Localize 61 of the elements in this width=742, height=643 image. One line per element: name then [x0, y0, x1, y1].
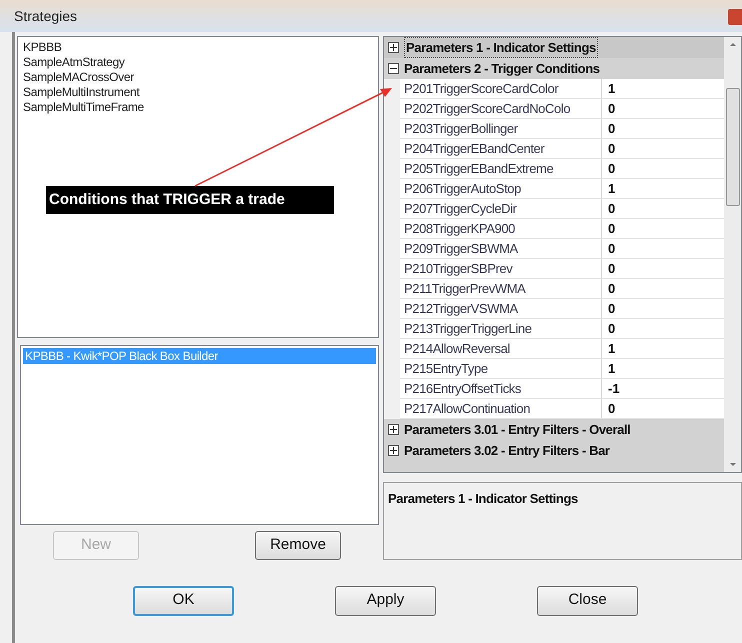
strategy-list-item[interactable]: SampleMACrossOver	[21, 70, 136, 85]
property-name: P203TriggerBollinger	[400, 119, 602, 138]
property-name: P212TriggerVSWMA	[400, 299, 602, 318]
expand-icon[interactable]	[388, 42, 399, 53]
scroll-up-icon[interactable]	[730, 43, 736, 46]
property-name: P207TriggerCycleDir	[400, 199, 602, 218]
property-value[interactable]: 0	[602, 279, 616, 298]
property-name: P216EntryOffsetTicks	[400, 379, 602, 398]
strategy-list-item[interactable]: KPBBB	[21, 40, 64, 55]
property-value[interactable]: 0	[602, 259, 616, 278]
property-name: P205TriggerEBandExtreme	[400, 159, 602, 178]
property-name: P209TriggerSBWMA	[400, 239, 602, 258]
property-name: P214AllowReversal	[400, 339, 602, 358]
property-value[interactable]: 1	[602, 179, 616, 198]
window-title: Strategies	[14, 6, 78, 26]
property-value[interactable]: 0	[602, 119, 616, 138]
property-value[interactable]: 1	[602, 359, 616, 378]
strategy-list-item[interactable]: SampleAtmStrategy	[21, 55, 127, 70]
annotation-label: Conditions that TRIGGER a trade	[46, 186, 334, 214]
property-value[interactable]: 0	[602, 319, 616, 338]
expand-icon[interactable]	[388, 424, 399, 435]
dialog-button[interactable]: Apply	[335, 586, 436, 616]
property-name: P210TriggerSBPrev	[400, 259, 602, 278]
property-name: P206TriggerAutoStop	[400, 179, 602, 198]
property-value[interactable]: 0	[602, 99, 616, 118]
collapse-icon[interactable]	[388, 63, 399, 74]
property-name: P208TriggerKPA900	[400, 219, 602, 238]
category-title: Parameters 2 - Trigger Conditions	[404, 60, 600, 78]
property-name: P211TriggerPrevWMA	[400, 279, 602, 298]
category-row[interactable]: Parameters 2 - Trigger Conditions	[384, 58, 724, 79]
property-name: P204TriggerEBandCenter	[400, 139, 602, 158]
property-value[interactable]: 0	[602, 299, 616, 318]
category-row[interactable]: Parameters 3.02 - Entry Filters - Bar	[384, 440, 724, 461]
property-value[interactable]: 0	[602, 159, 616, 178]
property-value[interactable]: 0	[602, 139, 616, 158]
property-value[interactable]: 1	[602, 79, 616, 98]
strategy-list-item[interactable]: SampleMultiInstrument	[21, 85, 142, 100]
category-title: Parameters 3.02 - Entry Filters - Bar	[404, 442, 610, 460]
dialog-button[interactable]: OK	[133, 586, 234, 616]
property-value[interactable]: 0	[602, 399, 616, 418]
property-name: P202TriggerScoreCardNoColo	[400, 99, 602, 118]
category-row[interactable]: Parameters 1 - Indicator Settings	[384, 37, 724, 58]
property-value[interactable]: 1	[602, 339, 616, 358]
scroll-down-icon[interactable]	[730, 463, 736, 466]
category-title: Parameters 3.01 - Entry Filters - Overall	[404, 420, 630, 439]
property-value[interactable]: 0	[602, 239, 616, 258]
remove-button[interactable]: Remove	[255, 531, 341, 560]
property-value[interactable]: -1	[602, 379, 620, 398]
property-value[interactable]: 0	[602, 219, 616, 238]
property-name: P215EntryType	[400, 359, 602, 378]
dialog-button[interactable]: Close	[537, 586, 638, 616]
description-title: Parameters 1 - Indicator Settings	[388, 491, 578, 506]
scrollbar[interactable]	[724, 37, 741, 472]
property-name: P217AllowContinuation	[400, 399, 602, 418]
strategy-list-item[interactable]: SampleMultiTimeFrame	[21, 100, 146, 115]
property-value[interactable]: 0	[602, 199, 616, 218]
scroll-thumb[interactable]	[726, 88, 740, 206]
category-row[interactable]: Parameters 3.01 - Entry Filters - Overall	[384, 419, 724, 440]
property-name: P201TriggerScoreCardColor	[400, 79, 602, 98]
expand-icon[interactable]	[388, 445, 399, 456]
property-name: P213TriggerTriggerLine	[400, 319, 602, 338]
